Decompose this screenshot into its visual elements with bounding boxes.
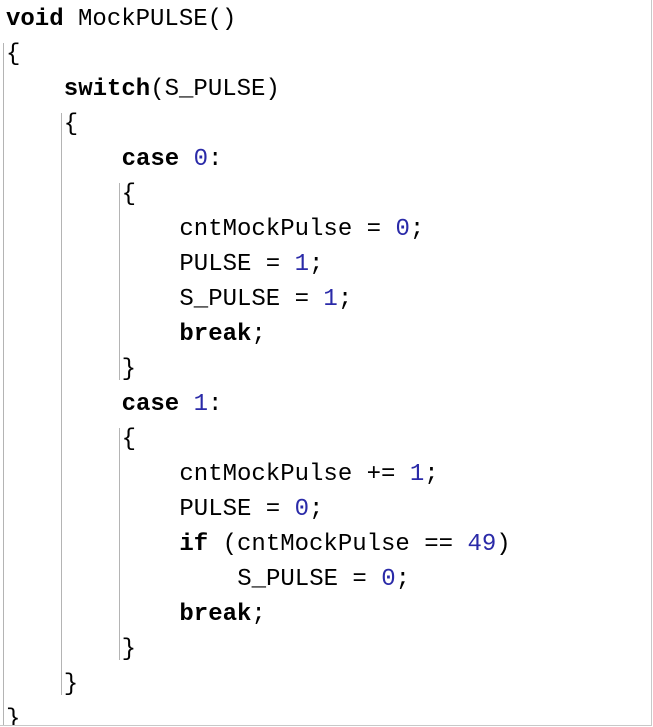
code-token: MockPULSE() [63,6,237,33]
number-token: 1 [193,391,209,418]
code-line: { [6,37,20,72]
code-line: if (cntMockPulse == 49) [179,527,510,562]
code-token: } [121,636,136,663]
code-token: ; [309,251,324,278]
code-line: { [122,422,136,457]
code-line: } [122,352,136,387]
code-token: PULSE = [179,251,295,278]
code-line: } [64,667,78,702]
keyword-token: break [179,321,252,348]
code-line: } [6,702,21,726]
code-line: break; [179,317,265,352]
code-token: cntMockPulse += [179,461,410,488]
code-token: ; [251,601,266,628]
code-token: ; [251,321,266,348]
number-token: 1 [409,461,425,488]
keyword-token: switch [63,76,151,103]
code-token: (S_PULSE) [150,76,280,103]
code-token: ; [309,496,324,523]
number-token: 0 [395,216,410,243]
keyword-token: case [121,146,180,173]
code-line: cntMockPulse = 0; [179,212,424,247]
code-line: } [122,632,136,667]
code-line: break; [179,597,265,632]
code-token: ) [496,531,511,558]
code-line: { [64,107,78,142]
code-line: { [122,177,136,212]
keyword-token: case [121,391,180,418]
code-line: S_PULSE = 0; [237,562,410,597]
code-editor[interactable]: void MockPULSE() { switch(S_PULSE) { case 0:… [0,0,652,726]
code-token: ; [337,286,353,313]
keyword-token: break [179,601,252,628]
indent-guide [118,183,120,380]
number-token: 1 [294,251,310,278]
keyword-token: void [6,6,64,33]
code-line: case 1: [122,387,223,422]
indent-guide [60,113,62,695]
code-token: } [121,356,136,383]
code-token: S_PULSE = [179,286,324,313]
code-token: { [121,426,136,453]
code-line: cntMockPulse += 1; [179,457,438,492]
code-token: ; [395,566,411,593]
code-token: { [63,111,79,138]
code-token: (cntMockPulse == [208,531,468,558]
code-token: S_PULSE = [237,566,382,593]
code-line: S_PULSE = 1; [179,282,352,317]
code-token: { [6,41,21,68]
code-line: switch(S_PULSE) [64,72,280,107]
code-line: PULSE = 0; [179,492,323,527]
code-token: : [208,146,223,173]
code-token: { [121,181,136,208]
code-line: PULSE = 1; [179,247,323,282]
number-token: 0 [294,496,310,523]
code-token: cntMockPulse = [179,216,396,243]
code-token: PULSE = [179,496,295,523]
keyword-token: if [179,531,209,558]
number-token: 0 [381,566,396,593]
code-token: } [6,706,21,726]
code-token: : [208,391,223,418]
code-line: void MockPULSE() [6,2,236,37]
code-token: } [63,671,79,698]
code-line: case 0: [122,142,223,177]
number-token: 1 [323,286,338,313]
number-token: 0 [193,146,209,173]
indent-guide [118,428,120,660]
code-token: ; [409,216,425,243]
number-token: 49 [467,531,497,558]
code-token: ; [424,461,439,488]
indent-guide [3,43,4,725]
